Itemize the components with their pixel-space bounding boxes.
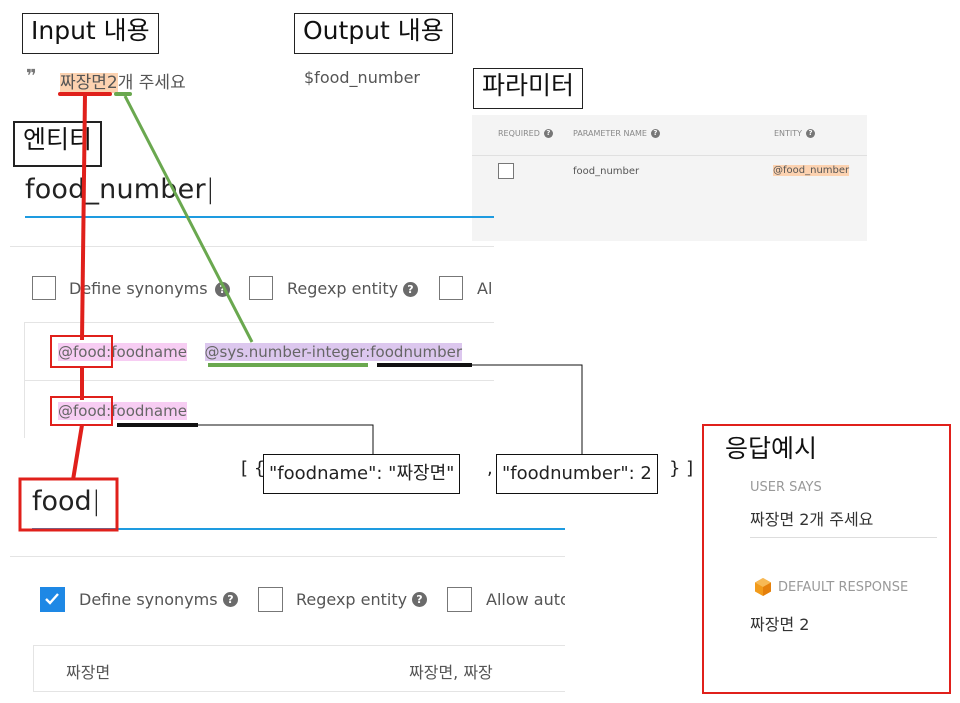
annotation-overlay <box>18 92 583 532</box>
